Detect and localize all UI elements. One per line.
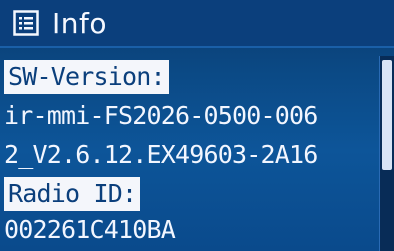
list-icon-graphic <box>13 10 39 36</box>
radio-id-value: 002261C410BA <box>4 215 176 244</box>
sw-version-value-line-1: ir-mmi-FS2026-0500-006 <box>4 101 318 130</box>
sw-version-label[interactable]: SW-Version: <box>4 60 169 94</box>
list-icon[interactable] <box>12 9 40 37</box>
radio-id-label[interactable]: Radio ID: <box>4 177 141 211</box>
page-title: Info <box>52 6 107 40</box>
scrollbar-thumb[interactable] <box>382 60 392 170</box>
info-list: SW-Version: ir-mmi-FS2026-0500-006 2_V2.… <box>0 56 378 251</box>
device-screen: Info SW-Version: ir-mmi-FS2026-0500-006 … <box>0 0 394 251</box>
sw-version-value-line-2: 2_V2.6.12.EX49603-2A16 <box>4 140 318 169</box>
title-bar: Info <box>0 0 394 48</box>
scrollbar[interactable] <box>379 56 394 251</box>
